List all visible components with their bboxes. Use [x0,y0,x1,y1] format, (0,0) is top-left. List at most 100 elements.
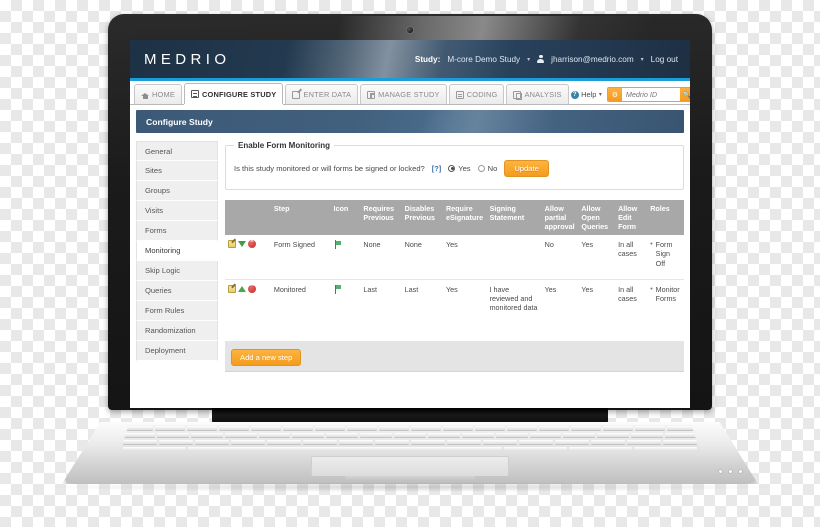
update-button[interactable]: Update [504,160,549,177]
config-sidebar: General Sites Groups Visits Forms Monito… [136,141,218,372]
sidebar-item-label: Deployment [145,346,186,355]
fieldset-legend: Enable Form Monitoring [238,141,330,150]
add-new-step-button[interactable]: Add a new step [231,348,302,366]
tab-label: ENTER DATA [303,90,352,99]
help-label: Help [581,90,597,99]
table-row: Monitored Last Last Yes I have reviewed … [225,279,684,342]
col-requires-previous: Requires Previous [360,200,402,235]
sidebar-item-form-rules[interactable]: Form Rules [136,301,218,321]
medrio-logo: MEDRIO [144,50,231,68]
search-input[interactable] [621,88,680,101]
main-panel: Enable Form Monitoring Is this study mon… [225,141,684,372]
radio-dot-icon [448,165,456,172]
cell-roles: • Form Sign Off [647,235,684,280]
cell-signing-statement [486,235,542,280]
user-email[interactable]: jharrison@medrio.com [551,55,633,64]
move-up-icon[interactable] [238,285,246,293]
help-menu[interactable]: ? Help ▾ [570,90,602,99]
search-box: ⚙ 🔍 [606,87,690,102]
cell-allow-partial: No [541,235,579,280]
sidebar-item-monitoring[interactable]: Monitoring [136,241,218,261]
study-name[interactable]: M-core Demo Study [447,55,520,64]
header-right: Study: M-core Demo Study ▾ jharrison@med… [415,54,678,64]
help-link-icon[interactable]: [?] [432,164,441,173]
radio-no[interactable]: No [477,164,498,173]
sidebar-item-groups[interactable]: Groups [136,181,218,201]
sidebar-item-label: Randomization [145,326,196,335]
radio-no-label: No [487,164,498,173]
radio-yes-label: Yes [458,164,471,173]
col-roles: Roles [647,200,684,235]
tab-manage-study[interactable]: MANAGE STUDY [360,84,447,104]
cell-requires-previous: Last [360,279,402,342]
sidebar-item-label: Skip Logic [145,266,181,275]
gear-icon[interactable]: ⚙ [607,88,622,101]
delete-icon[interactable] [248,282,256,293]
sidebar-item-visits[interactable]: Visits [136,201,218,221]
laptop-hinge [212,408,608,424]
bullet-icon: • [650,241,653,248]
laptop-keyboard [120,425,700,451]
main-nav-tabs: HOME CONFIGURE STUDY ENTER DATA MANAGE S… [130,81,690,105]
pencil-icon [292,90,301,99]
sidebar-item-label: Sites [145,166,162,175]
tab-coding[interactable]: CODING [448,84,505,104]
tab-enter-data[interactable]: ENTER DATA [285,84,359,104]
logout-link[interactable]: Log out [651,55,678,64]
header-tools: ? Help ▾ ⚙ 🔍 [570,87,690,104]
webcam-icon [407,27,413,33]
sidebar-item-label: General [145,146,173,156]
cell-signing-statement: I have reviewed and monitored data [486,279,542,342]
enable-form-monitoring-fieldset: Enable Form Monitoring Is this study mon… [225,141,684,190]
search-icon[interactable]: 🔍 [679,88,690,101]
sidebar-item-skip-logic[interactable]: Skip Logic [136,261,218,281]
chevron-down-icon[interactable]: ▾ [641,56,644,63]
sidebar-item-label: Queries [145,286,172,295]
chevron-down-icon: ▾ [598,92,602,98]
page-title-glare [136,110,684,133]
sidebar-item-forms[interactable]: Forms [136,221,218,241]
sidebar-item-queries[interactable]: Queries [136,281,218,301]
row-actions [225,279,271,342]
laptop-shadow [42,482,778,492]
tab-configure-study[interactable]: CONFIGURE STUDY [183,83,284,104]
move-down-icon[interactable] [238,240,246,248]
keyboard-row [120,439,700,446]
table-header-row: Step Icon Requires Previous Disables Pre… [225,200,684,235]
monitoring-question: Is this study monitored or will forms be… [234,164,425,173]
sidebar-item-label: Groups [145,186,170,195]
cell-icon [330,235,361,280]
cell-disables-previous: Last [401,279,443,342]
radio-dot-icon [477,165,485,172]
bullet-icon: • [650,285,653,293]
col-require-esignature: Require eSignature [442,200,487,235]
cell-allow-partial: Yes [541,279,579,342]
edit-icon[interactable] [228,240,236,248]
delete-icon[interactable] [248,238,256,248]
page-title: Configure Study [146,116,213,127]
col-icon: Icon [330,200,361,235]
tab-label: ANALYSIS [524,90,562,99]
monitoring-steps-table: Step Icon Requires Previous Disables Pre… [225,200,684,342]
chevron-down-icon[interactable]: ▾ [527,56,530,63]
laptop-mockup: MEDRIO Study: M-core Demo Study ▾ jharri… [0,0,820,527]
cell-allow-edit-form: In all cases [615,279,648,342]
sidebar-item-sites[interactable]: Sites [136,161,218,181]
col-actions [225,200,271,235]
role-label: Monitor Forms [655,284,680,303]
cell-require-esignature: Yes [442,235,487,280]
document-icon [513,90,522,100]
sidebar-item-general[interactable]: General [136,141,218,161]
sidebar-item-deployment[interactable]: Deployment [136,341,218,361]
keyboard-row [120,446,700,451]
grid-icon [367,90,376,99]
tab-label: HOME [152,90,175,99]
sidebar-item-randomization[interactable]: Randomization [136,321,218,341]
edit-icon[interactable] [228,284,236,293]
tab-home[interactable]: HOME [134,84,182,104]
cell-icon [330,279,361,342]
radio-yes[interactable]: Yes [448,164,471,173]
home-icon [141,91,149,99]
tab-analysis[interactable]: ANALYSIS [506,84,569,104]
cell-requires-previous: None [360,235,402,280]
